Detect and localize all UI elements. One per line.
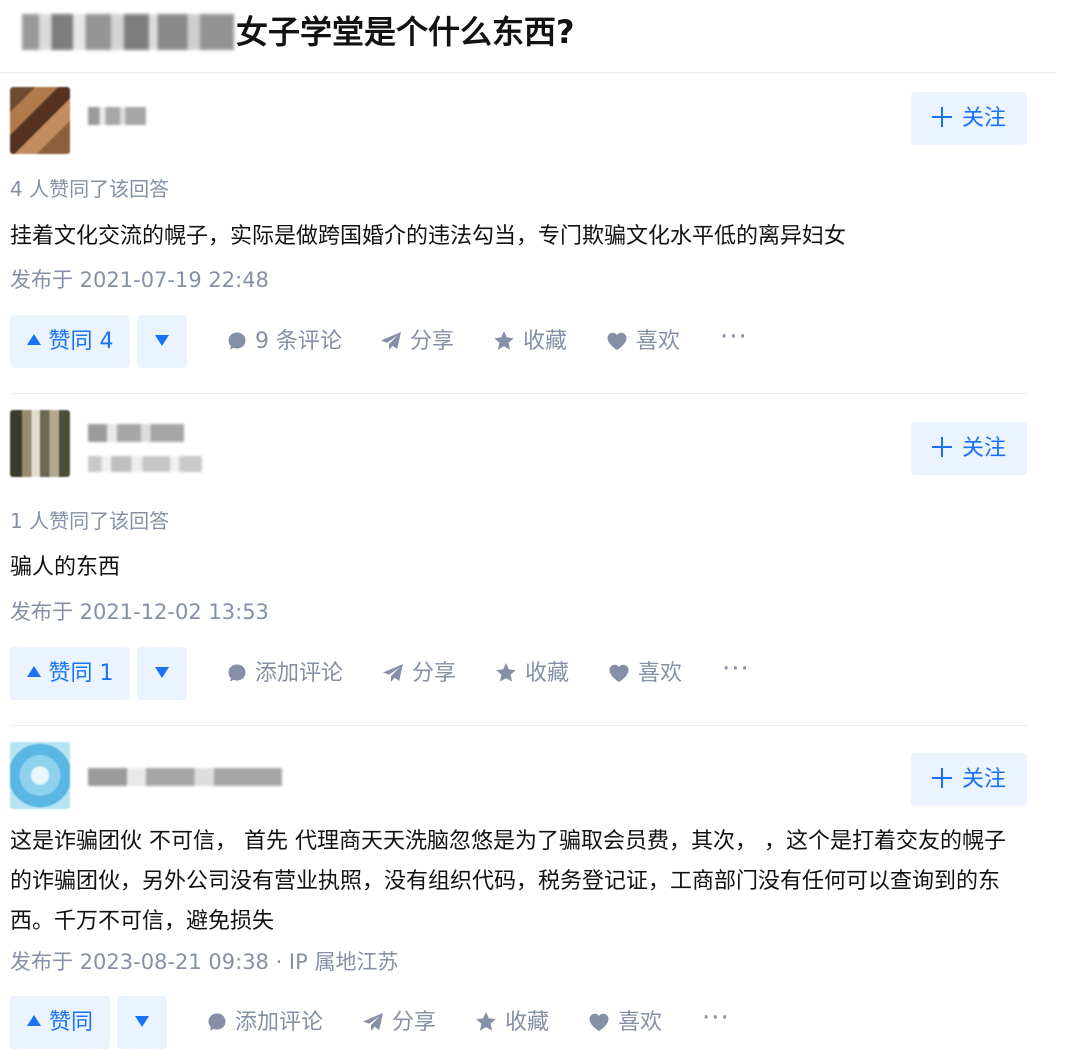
collect-button[interactable]: 收藏: [495, 647, 569, 700]
comment-button[interactable]: 添加评论: [227, 647, 343, 700]
triangle-up-icon: [26, 1015, 41, 1026]
plus-icon: [931, 107, 952, 127]
share-button[interactable]: 分享: [380, 315, 454, 368]
downvote-button[interactable]: [137, 315, 187, 368]
star-icon: [475, 1011, 497, 1032]
answer-actions: 赞同 添加评论 分享 收藏 喜欢 ···: [10, 996, 1027, 1049]
redacted-author-name[interactable]: [88, 768, 282, 786]
answer-item: 关注 1 人赞同了该回答 骗人的东西 发布于 2021-12-02 13:53 …: [10, 410, 1027, 722]
question-header: 女子学堂是个什么东西?: [0, 0, 1056, 73]
zhihu-question-page: 女子学堂是个什么东西? 关注 4 人赞同了该回答 挂着文化交流的幌子，实际是做跨…: [0, 0, 1080, 1056]
downvote-button[interactable]: [117, 996, 167, 1049]
comment-bubble-icon: [207, 1012, 227, 1032]
publish-time[interactable]: 发布于 2023-08-21 09:38 · IP 属地江苏: [10, 947, 398, 977]
author-avatar[interactable]: [10, 742, 70, 809]
star-icon: [495, 662, 517, 683]
downvote-button[interactable]: [137, 647, 187, 700]
triangle-down-icon: [155, 335, 169, 346]
heart-icon: [608, 663, 630, 683]
follow-button[interactable]: 关注: [911, 753, 1027, 806]
answer-divider: [10, 725, 1027, 726]
redacted-title-prefix: [22, 14, 234, 50]
publish-time[interactable]: 发布于 2021-07-19 22:48: [10, 265, 269, 295]
comment-button[interactable]: 添加评论: [207, 996, 323, 1049]
triangle-up-icon: [26, 334, 41, 345]
answer-content: 挂着文化交流的幌子，实际是做跨国婚介的违法勾当，专门欺骗文化水平低的离异妇女: [10, 224, 847, 249]
triangle-down-icon: [135, 1016, 149, 1027]
comment-bubble-icon: [227, 663, 247, 683]
star-icon: [493, 330, 515, 351]
triangle-up-icon: [26, 666, 41, 677]
answer-content: 骗人的东西: [10, 555, 121, 580]
share-button[interactable]: 分享: [362, 996, 436, 1049]
more-options-button[interactable]: ···: [702, 996, 730, 1049]
comment-button[interactable]: 9 条评论: [227, 315, 342, 368]
vote-count-text: 4 人赞同了该回答: [10, 177, 170, 201]
comment-bubble-icon: [227, 331, 247, 351]
answer-actions: 赞同 4 9 条评论 分享 收藏 喜欢 ···: [10, 315, 1027, 368]
answer-divider: [10, 393, 1027, 394]
author-avatar[interactable]: [10, 410, 70, 477]
author-avatar[interactable]: [10, 87, 70, 154]
more-options-button[interactable]: ···: [720, 315, 748, 368]
upvote-button[interactable]: 赞同 4: [10, 315, 130, 368]
question-title: 女子学堂是个什么东西?: [236, 13, 575, 51]
collect-button[interactable]: 收藏: [493, 315, 567, 368]
like-button[interactable]: 喜欢: [606, 315, 680, 368]
follow-button[interactable]: 关注: [911, 422, 1027, 475]
collect-button[interactable]: 收藏: [475, 996, 549, 1049]
answer-actions: 赞同 1 添加评论 分享 收藏 喜欢 ···: [10, 647, 1027, 700]
heart-icon: [588, 1012, 610, 1032]
upvote-button[interactable]: 赞同: [10, 996, 110, 1049]
paper-plane-icon: [382, 663, 404, 683]
like-button[interactable]: 喜欢: [608, 647, 682, 700]
answer-content: 这是诈骗团伙 不可信， 首先 代理商天天洗脑忽悠是为了骗取会员费，其次， ，这个…: [10, 829, 1006, 934]
upvote-button[interactable]: 赞同 1: [10, 647, 130, 700]
vote-count-text: 1 人赞同了该回答: [10, 509, 170, 533]
answer-item: 关注 这是诈骗团伙 不可信， 首先 代理商天天洗脑忽悠是为了骗取会员费，其次， …: [10, 742, 1027, 1056]
heart-icon: [606, 331, 628, 351]
plus-icon: [931, 768, 952, 788]
triangle-down-icon: [155, 667, 169, 678]
redacted-author-name[interactable]: [88, 107, 146, 125]
answer-item: 关注 4 人赞同了该回答 挂着文化交流的幌子，实际是做跨国婚介的违法勾当，专门欺…: [10, 87, 1027, 391]
follow-button[interactable]: 关注: [911, 92, 1027, 145]
like-button[interactable]: 喜欢: [588, 996, 662, 1049]
redacted-author-name[interactable]: [88, 424, 184, 442]
more-options-button[interactable]: ···: [722, 647, 750, 700]
plus-icon: [931, 437, 952, 457]
paper-plane-icon: [362, 1012, 384, 1032]
redacted-author-headline: [88, 456, 202, 472]
share-button[interactable]: 分享: [382, 647, 456, 700]
publish-time[interactable]: 发布于 2021-12-02 13:53: [10, 597, 269, 627]
paper-plane-icon: [380, 331, 402, 351]
